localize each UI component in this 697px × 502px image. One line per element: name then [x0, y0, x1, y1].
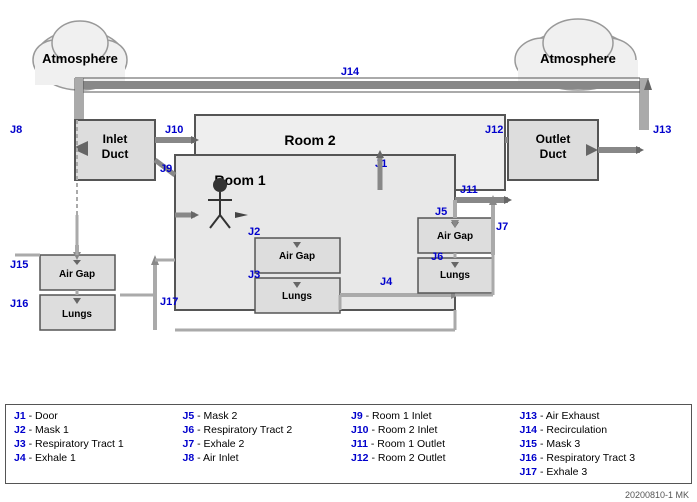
- svg-text:J10: J10: [165, 124, 183, 136]
- svg-text:J9: J9: [160, 163, 172, 175]
- svg-text:J12: J12: [485, 124, 503, 136]
- svg-text:J3: J3: [248, 269, 260, 281]
- legend-item-j1: J1 - Door: [14, 410, 178, 422]
- svg-text:Air Gap: Air Gap: [59, 269, 95, 280]
- version-label: 20200810-1 MK: [625, 490, 689, 500]
- svg-text:J14: J14: [341, 66, 360, 78]
- svg-text:Lungs: Lungs: [440, 270, 470, 281]
- svg-text:J8: J8: [10, 124, 22, 136]
- legend-item-j17: J17 - Exhale 3: [520, 466, 684, 478]
- svg-text:Outlet: Outlet: [536, 132, 571, 146]
- legend-item-j15: J15 - Mask 3: [520, 438, 684, 450]
- legend-item-j7: J7 - Exhale 2: [183, 438, 347, 450]
- svg-text:Atmosphere: Atmosphere: [540, 51, 616, 66]
- legend-item-j12: J12 - Room 2 Outlet: [351, 452, 515, 464]
- svg-text:Room 2: Room 2: [284, 132, 336, 148]
- svg-text:Air Gap: Air Gap: [279, 251, 315, 262]
- svg-text:Lungs: Lungs: [282, 291, 312, 302]
- legend-item-j14: J14 - Recirculation: [520, 424, 684, 436]
- svg-text:Duct: Duct: [540, 147, 567, 161]
- legend-item-j6: J6 - Respiratory Tract 2: [183, 424, 347, 436]
- legend-item-j10: J10 - Room 2 Inlet: [351, 424, 515, 436]
- svg-text:J15: J15: [10, 259, 28, 271]
- legend-item-j5: J5 - Mask 2: [183, 410, 347, 422]
- svg-text:J5: J5: [435, 206, 447, 218]
- svg-text:J13: J13: [653, 124, 671, 136]
- legend-item-j3: J3 - Respiratory Tract 1: [14, 438, 178, 450]
- legend-item-j9: J9 - Room 1 Inlet: [351, 410, 515, 422]
- svg-text:J4: J4: [380, 276, 393, 288]
- svg-text:Atmosphere: Atmosphere: [42, 51, 118, 66]
- diagram-area: Atmosphere Atmosphere J14 J8 J13: [0, 0, 697, 390]
- svg-text:Duct: Duct: [102, 147, 129, 161]
- svg-text:J7: J7: [496, 221, 508, 233]
- svg-text:J16: J16: [10, 298, 28, 310]
- svg-text:Lungs: Lungs: [62, 309, 92, 320]
- legend-item-j2: J2 - Mask 1: [14, 424, 178, 436]
- legend-item-j16: J16 - Respiratory Tract 3: [520, 452, 684, 464]
- svg-text:J2: J2: [248, 226, 260, 238]
- legend-item-j11: J11 - Room 1 Outlet: [351, 438, 515, 450]
- legend-item-j8: J8 - Air Inlet: [183, 452, 347, 464]
- svg-text:J11: J11: [460, 184, 478, 196]
- svg-text:Inlet: Inlet: [103, 132, 128, 146]
- legend: J1 - Door J5 - Mask 2 J9 - Room 1 Inlet …: [5, 404, 692, 484]
- legend-item-j4: J4 - Exhale 1: [14, 452, 178, 464]
- legend-item-j13: J13 - Air Exhaust: [520, 410, 684, 422]
- svg-text:Air Gap: Air Gap: [437, 231, 473, 242]
- svg-text:J6: J6: [431, 251, 443, 263]
- svg-text:J17: J17: [160, 296, 178, 308]
